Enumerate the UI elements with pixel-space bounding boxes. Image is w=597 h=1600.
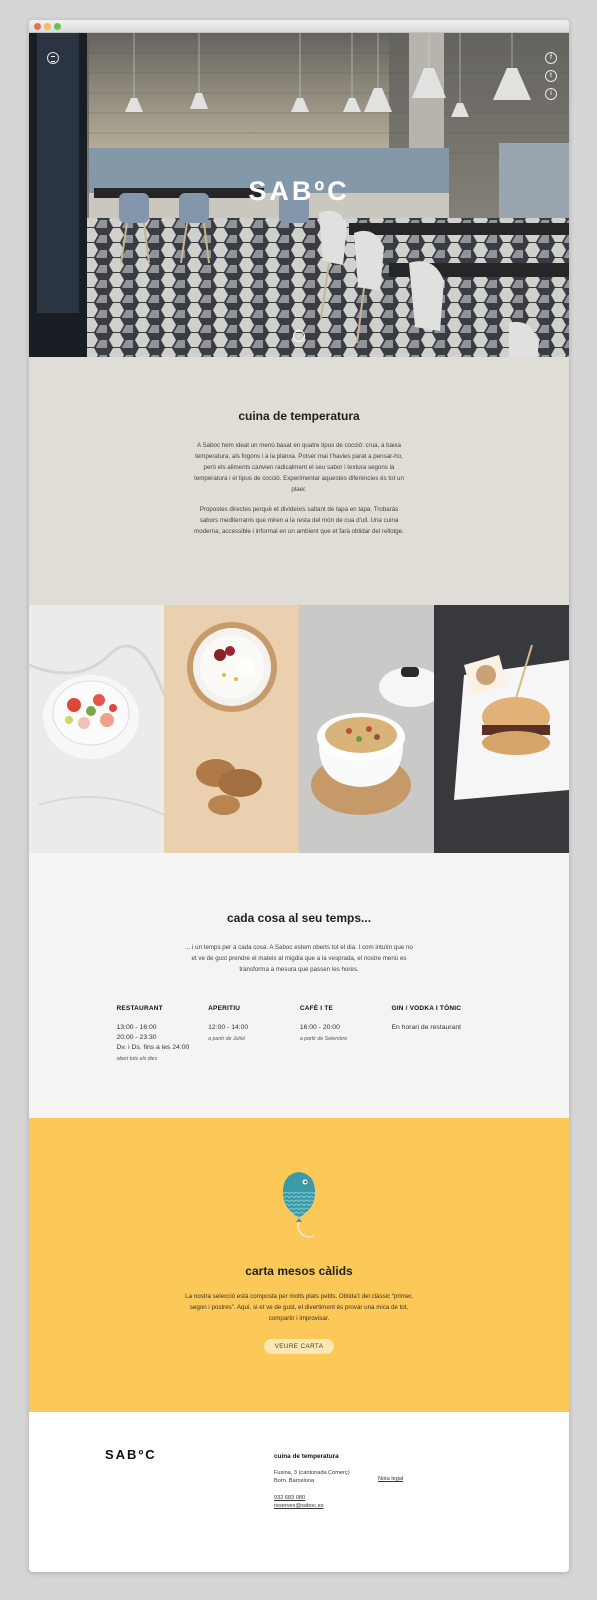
phone-link[interactable]: 932 683 080	[274, 1495, 305, 1501]
fish-balloon-icon	[283, 1172, 315, 1238]
dishes-gallery	[29, 605, 569, 853]
hours-intro-text: ... i un temps per a cada cosa. A Saboc …	[185, 944, 413, 973]
footer-title: cuina de temperatura	[274, 1453, 339, 1460]
hero-logo[interactable]: SABºC	[29, 176, 569, 207]
hours-columns: RESTAURANT 13:00 - 16:00 20:00 - 23:30 D…	[117, 1005, 482, 1062]
menu-icon[interactable]	[47, 52, 59, 64]
hero-section: SABºC f t i ⌄	[29, 33, 569, 357]
intro-paragraph-1: A Saboc hem ideat un menú basat en quatr…	[194, 442, 404, 493]
hours-column-title: APERITIU	[208, 1005, 241, 1012]
hours-time: 20:00 - 23:30	[116, 1034, 157, 1041]
hours-note: a partir de Setembre	[299, 1036, 348, 1042]
intro-title: cuina de temperatura	[238, 409, 360, 423]
dish-photo-burger	[434, 605, 569, 853]
hours-section: cada cosa al seu temps... ... i un temps…	[29, 853, 569, 1118]
hours-time: 16:00 - 20:00	[299, 1024, 340, 1031]
legal-note-link[interactable]: Nota legal	[378, 1476, 403, 1482]
hours-time: 12:00 - 14:00	[208, 1024, 249, 1031]
twitter-icon[interactable]: t	[545, 70, 557, 82]
close-window-button[interactable]	[34, 23, 41, 30]
hours-restaurant: RESTAURANT 13:00 - 16:00 20:00 - 23:30 D…	[117, 1005, 205, 1062]
footer-address: Fusina, 3 (cantonada Comerç) Born. Barce…	[274, 1469, 350, 1485]
facebook-icon[interactable]: f	[545, 52, 557, 64]
address-line: Fusina, 3 (cantonada Comerç)	[274, 1470, 350, 1476]
hours-note: obert tots els dies	[116, 1056, 158, 1062]
hours-title: cada cosa al seu temps...	[226, 911, 372, 925]
hours-time: Dv. i Ds. fins a les 24:00	[116, 1044, 190, 1051]
menu-text: La nostra selecció està composta per mol…	[185, 1293, 413, 1322]
window-titlebar	[29, 20, 569, 33]
footer-logo[interactable]: SABºC	[105, 1447, 157, 1462]
scroll-down-icon[interactable]: ⌄	[293, 330, 305, 342]
dish-photo-cream	[164, 605, 299, 853]
intro-section: cuina de temperatura A Saboc hem ideat u…	[29, 357, 569, 605]
dish-photo-rice	[299, 605, 434, 853]
view-menu-button[interactable]: VEURE CARTA	[263, 1339, 335, 1354]
menu-section: carta mesos càlids La nostra selecció es…	[29, 1118, 569, 1412]
hours-gin-tonic: GIN / VODKA I TÒNIC En horari de restaur…	[391, 1005, 481, 1062]
menu-title: carta mesos càlids	[245, 1264, 353, 1278]
zoom-window-button[interactable]	[54, 23, 61, 30]
email-link[interactable]: reserves@saboc.es	[274, 1503, 324, 1509]
hours-time: En horari de restaurant	[391, 1024, 461, 1031]
instagram-icon[interactable]: i	[545, 88, 557, 100]
minimize-window-button[interactable]	[44, 23, 51, 30]
hours-column-title: GIN / VODKA I TÒNIC	[391, 1005, 462, 1012]
hours-aperitiu: APERITIU 12:00 - 14:00 a partir de Julio…	[208, 1005, 296, 1062]
dish-photo-salad	[29, 605, 164, 853]
hours-column-title: RESTAURANT	[116, 1005, 163, 1012]
footer-contact: cuina de temperatura Fusina, 3 (cantonad…	[274, 1453, 350, 1510]
hours-time: 13:00 - 16:00	[116, 1024, 157, 1031]
hours-note: a partir de Juliol	[208, 1036, 245, 1042]
address-line: Born. Barcelona	[274, 1478, 315, 1484]
hours-column-title: CAFÈ I TE	[299, 1005, 334, 1012]
intro-paragraph-2: Propostes directes perquè et divideixis …	[194, 506, 404, 535]
browser-window: SABºC f t i ⌄ cuina de temperatura A Sab…	[29, 20, 569, 1572]
footer: SABºC cuina de temperatura Fusina, 3 (ca…	[29, 1412, 569, 1536]
hours-cafe: CAFÈ I TE 16:00 - 20:00 a partir de Sete…	[300, 1005, 388, 1062]
